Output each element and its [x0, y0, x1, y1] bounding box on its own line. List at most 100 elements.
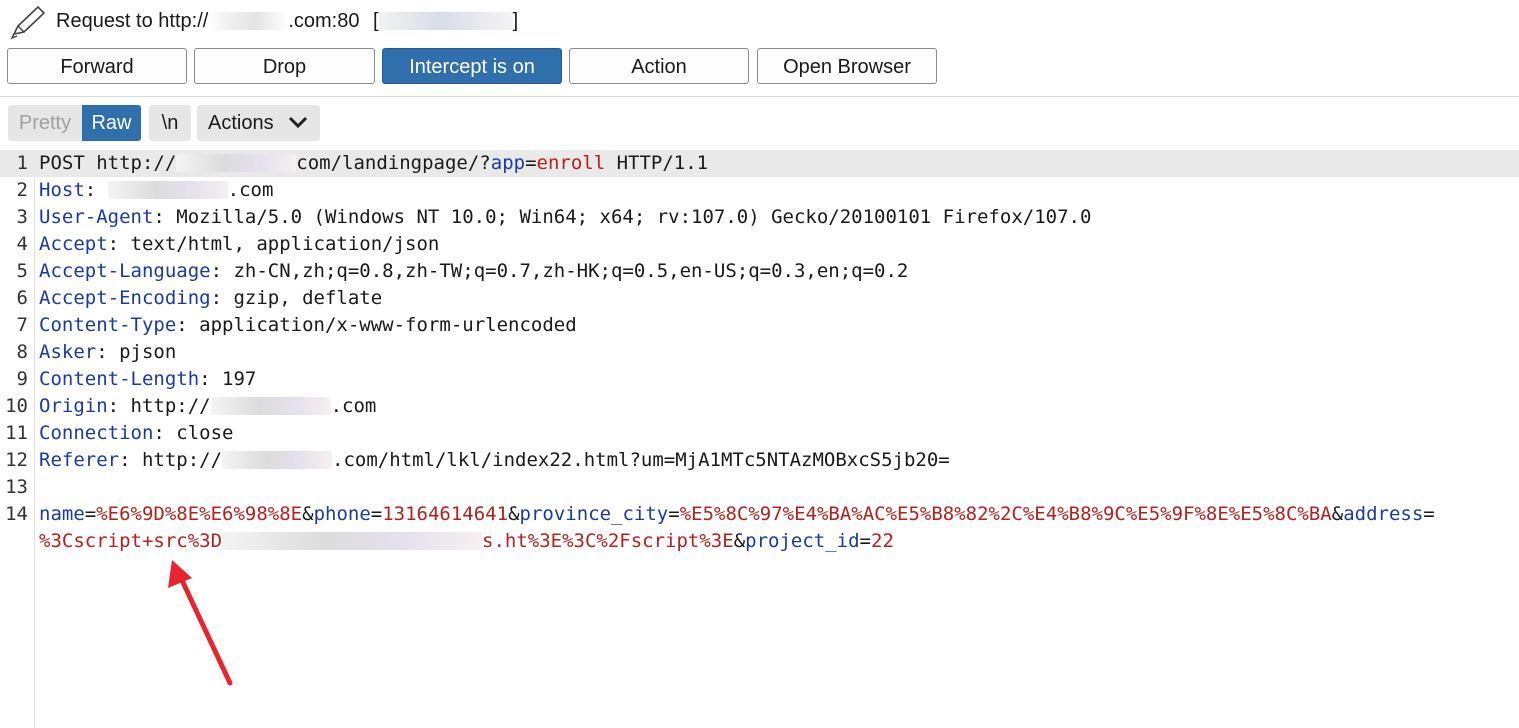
line-content: Accept-Encoding: gzip, deflate	[39, 285, 382, 312]
line-number: 8	[16, 341, 28, 363]
plain-text: : zh-CN,zh;q=0.8,zh-TW;q=0.7,zh-HK;q=0.5…	[210, 260, 909, 282]
param-key: Referer	[39, 449, 120, 471]
line-content: User-Agent: Mozilla/5.0 (Windows NT 10.0…	[39, 204, 1091, 231]
red-arrow-icon	[168, 560, 233, 686]
param-key: name	[39, 503, 85, 525]
plain-text: : application/x-www-form-urlencoded	[176, 314, 577, 336]
plain-text: =	[859, 530, 871, 552]
redacted-ip	[378, 12, 513, 30]
line-content: Content-Type: application/x-www-form-url…	[39, 312, 577, 339]
plain-text: .com	[227, 179, 274, 201]
param-key: app	[490, 152, 526, 174]
title-prefix: Request to http://	[56, 10, 209, 32]
line-number: 11	[5, 422, 28, 444]
line-content: POST http://com/landingpage/?app=enroll …	[39, 150, 708, 177]
plain-text: : pjson	[96, 341, 177, 363]
line-number: 5	[16, 260, 28, 282]
param-key: Asker	[39, 341, 97, 363]
plain-text: &	[508, 503, 520, 525]
bracket-close: ]	[512, 10, 519, 32]
line-content: Referer: http:// .com/html/lkl/index22.ht…	[39, 447, 950, 474]
plain-text: &	[733, 530, 746, 552]
editor-line: 12 Referer: http:// .com/html/lkl/index22.…	[0, 447, 1519, 474]
action-button[interactable]: Action	[569, 48, 749, 84]
plain-text: : text/html, application/json	[107, 233, 440, 255]
param-key: Accept-Language	[39, 260, 211, 282]
editor-line: 3 User-Agent: Mozilla/5.0 (Windows NT 10.…	[0, 204, 1519, 231]
editor-line: 5 Accept-Language: zh-CN,zh;q=0.8,zh-TW;q…	[0, 258, 1519, 285]
plain-text: &	[1331, 503, 1344, 525]
redacted-host	[208, 12, 289, 30]
line-content: Asker: pjson	[39, 339, 176, 366]
plain-text: =	[1423, 503, 1435, 525]
editor-line: 13	[0, 474, 1519, 501]
plain-text: .com/html/lkl/index22.html?um=MjA1MTc5NT…	[332, 449, 950, 471]
line-content: Content-Length: 197	[39, 366, 256, 393]
plain-text: : close	[153, 422, 234, 444]
editor-line: 6 Accept-Encoding: gzip, deflate	[0, 285, 1519, 312]
editor-line: %3Cscript+src%3D s.ht%3E%3C%2Fscript%3E&p…	[0, 528, 1519, 555]
plain-text: POST http://	[39, 152, 177, 174]
line-number: 10	[5, 395, 28, 417]
newline-toggle-button[interactable]: \n	[149, 105, 191, 141]
pencil-icon	[10, 5, 46, 40]
plain-text: =	[84, 503, 97, 525]
editor-line: 14 name=%E6%9D%8E%E6%98%8E&phone=13164614…	[0, 501, 1519, 528]
open-browser-button[interactable]: Open Browser	[757, 48, 937, 84]
intercept-toggle-button[interactable]: Intercept is on	[382, 48, 562, 84]
bracket-open: [	[373, 10, 379, 32]
plain-text: &	[302, 503, 314, 525]
line-number: 13	[5, 476, 28, 498]
param-key: User-Agent	[39, 206, 154, 228]
plain-text: =	[668, 503, 680, 525]
line-number: 4	[16, 233, 28, 255]
redacted-text	[107, 181, 228, 199]
chevron-down-icon	[288, 116, 308, 129]
editor-line: 2 Host: .com	[0, 177, 1519, 204]
plain-text: : Mozilla/5.0 (Windows NT 10.0; Win64; x…	[153, 206, 1092, 228]
editor-line: 4 Accept: text/html, application/json	[0, 231, 1519, 258]
line-content: Connection: close	[39, 420, 233, 447]
plain-text: =	[525, 152, 537, 174]
editor-line: 1 POST http:// com/landingpage/?app=enroll…	[0, 150, 1519, 177]
editor-line: 9 Content-Length: 197	[0, 366, 1519, 393]
line-number: 3	[16, 206, 28, 228]
forward-button[interactable]: Forward	[7, 48, 187, 84]
param-value: %3Cscript+src%3D	[39, 530, 223, 552]
param-key: Accept-Encoding	[39, 287, 211, 309]
request-target-title: Request to http:// .com:80 []	[56, 10, 518, 33]
line-number: 12	[5, 449, 28, 471]
plain-text: : gzip, deflate	[210, 287, 383, 309]
redacted-text	[176, 154, 297, 172]
param-key: Connection	[39, 422, 154, 444]
title-suffix: .com:80	[288, 10, 360, 32]
param-value: %E6%9D%8E%E6%98%8E	[96, 503, 303, 525]
line-content: Accept-Language: zh-CN,zh;q=0.8,zh-TW;q=…	[39, 258, 908, 285]
tab-pretty[interactable]: Pretty	[8, 105, 82, 141]
tab-raw[interactable]: Raw	[82, 105, 141, 141]
param-value: enroll	[536, 152, 606, 174]
redacted-text	[222, 451, 333, 469]
line-number: 7	[16, 314, 28, 336]
param-value: 13164614641	[382, 503, 509, 525]
actions-label: Actions	[208, 112, 274, 134]
divider	[0, 96, 1519, 97]
plain-text: : 197	[199, 368, 257, 390]
plain-text: : http://	[107, 395, 211, 417]
param-key: phone	[313, 503, 371, 525]
redacted-text	[222, 532, 483, 550]
param-value: %E5%8C%97%E4%BA%AC%E5%B8%82%2C%E4%B8%9C%…	[679, 503, 1332, 525]
param-key: address	[1343, 503, 1424, 525]
param-key: Content-Length	[39, 368, 200, 390]
intercept-toolbar: Forward Drop Intercept is on Action Open…	[0, 48, 1519, 88]
actions-dropdown[interactable]: Actions	[197, 105, 320, 141]
line-content: name=%E6%9D%8E%E6%98%8E&phone=1316461464…	[39, 501, 1435, 528]
editor-line: 11 Connection: close	[0, 420, 1519, 447]
line-number: 14	[5, 503, 28, 525]
line-content: Host: .com	[39, 177, 273, 204]
param-key: province_city	[519, 503, 669, 525]
drop-button[interactable]: Drop	[194, 48, 375, 84]
line-content: Origin: http:// .com	[39, 393, 376, 420]
editor-line: 10 Origin: http:// .com	[0, 393, 1519, 420]
line-number: 1	[16, 152, 28, 174]
